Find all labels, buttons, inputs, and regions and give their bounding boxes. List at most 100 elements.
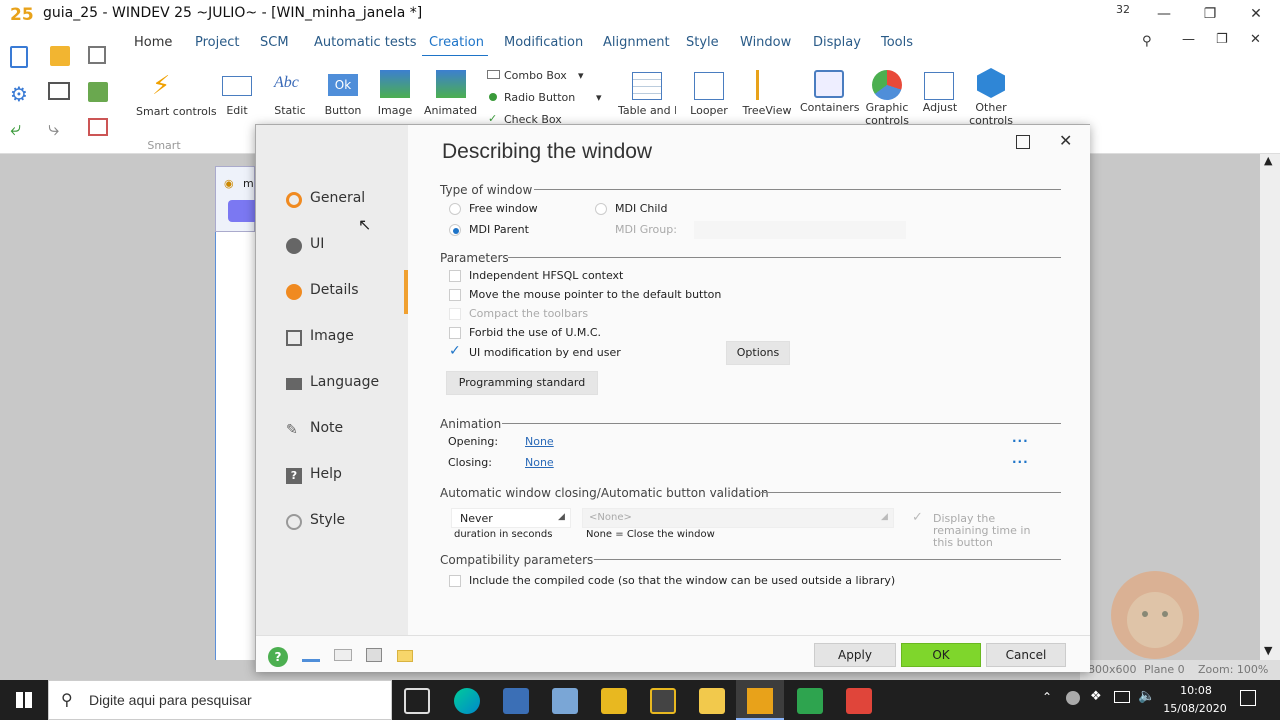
windev-active-task[interactable] xyxy=(736,680,784,720)
containers-icon[interactable] xyxy=(814,70,844,98)
free-window-label[interactable]: Free window xyxy=(469,202,538,215)
tray-cloud-icon[interactable] xyxy=(1066,691,1080,705)
search-icon[interactable]: ⚲ xyxy=(1142,34,1152,49)
forbid-umc-checkbox[interactable] xyxy=(449,327,461,339)
mdi-parent-radio[interactable] xyxy=(449,224,461,236)
windev-24-icon[interactable] xyxy=(601,688,627,714)
tool-icon[interactable] xyxy=(302,650,320,662)
combo-box-label[interactable]: Combo Box xyxy=(504,69,567,82)
dialog-close-icon[interactable]: ✕ xyxy=(1059,131,1072,150)
close-icon[interactable]: ✕ xyxy=(1242,4,1270,26)
scroll-down-icon[interactable]: ▼ xyxy=(1264,644,1272,657)
database-icon[interactable] xyxy=(503,688,529,714)
combo-dropdown-icon[interactable]: ▾ xyxy=(578,69,584,82)
open-folder-icon[interactable] xyxy=(50,46,70,66)
animated-image-icon[interactable] xyxy=(436,70,466,98)
pycharm-icon[interactable] xyxy=(797,688,823,714)
undo-icon[interactable]: ⤶ xyxy=(10,116,21,140)
ui-modification-checkbox[interactable]: ✓ xyxy=(449,343,461,359)
other-controls-label[interactable]: Other controls xyxy=(964,101,1018,125)
radio-dropdown-icon[interactable]: ▾ xyxy=(596,91,602,104)
edge-icon[interactable] xyxy=(454,688,480,714)
image-label[interactable]: Image xyxy=(375,104,415,117)
vertical-scrollbar[interactable]: ▲ ▼ xyxy=(1260,154,1280,660)
programming-standard-button[interactable]: Programming standard xyxy=(446,371,598,395)
mdi-child-radio[interactable] xyxy=(595,203,607,215)
folder-icon[interactable] xyxy=(397,650,413,662)
looper-icon[interactable] xyxy=(694,72,724,100)
containers-label[interactable]: Containers xyxy=(800,101,860,114)
edit-label[interactable]: Edit xyxy=(222,104,252,117)
print-icon[interactable] xyxy=(366,648,382,662)
move-mouse-label[interactable]: Move the mouse pointer to the default bu… xyxy=(469,288,721,301)
windows-start-icon[interactable] xyxy=(16,692,32,708)
mail-icon[interactable] xyxy=(334,649,352,661)
grid-icon[interactable] xyxy=(88,82,108,102)
tab-window[interactable]: Window xyxy=(740,35,791,50)
options-button[interactable]: Options xyxy=(726,341,790,365)
cancel-button[interactable]: Cancel xyxy=(986,643,1066,667)
table-icon[interactable] xyxy=(632,72,662,100)
radio-button-label[interactable]: Radio Button xyxy=(504,91,575,104)
tab-modification[interactable]: Modification xyxy=(504,35,583,50)
closing-none-link[interactable]: None xyxy=(525,456,554,469)
static-label[interactable]: Static xyxy=(270,104,310,117)
apply-button[interactable]: Apply xyxy=(814,643,896,667)
tab-alignment[interactable]: Alignment xyxy=(603,35,670,50)
include-compiled-label[interactable]: Include the compiled code (so that the w… xyxy=(469,574,895,587)
tab-automatic-tests[interactable]: Automatic tests xyxy=(314,35,417,50)
tab-display[interactable]: Display xyxy=(813,35,861,50)
save-icon[interactable] xyxy=(88,46,106,64)
redo-icon[interactable]: ⤷ xyxy=(48,116,59,140)
button-label[interactable]: Button xyxy=(323,104,363,117)
gear-icon[interactable]: ⚙ xyxy=(10,82,28,106)
looper-label[interactable]: Looper xyxy=(688,104,730,117)
clock-time[interactable]: 10:08 xyxy=(1166,684,1226,697)
scroll-up-icon[interactable]: ▲ xyxy=(1264,154,1272,167)
tab-project[interactable]: Project xyxy=(195,35,239,50)
animated-images-label[interactable]: Animated images xyxy=(424,104,478,117)
closing-more-button[interactable]: ... xyxy=(1012,452,1029,466)
clock-date[interactable]: 15/08/2020 xyxy=(1158,702,1232,715)
treeview-icon[interactable] xyxy=(756,70,778,100)
mdi-child-label[interactable]: MDI Child xyxy=(615,202,667,215)
smart-controls-label[interactable]: Smart controls xyxy=(136,105,217,118)
screen-icon[interactable] xyxy=(48,82,70,100)
check-box-label[interactable]: Check Box xyxy=(504,113,562,124)
never-select[interactable]: Never ◢ xyxy=(451,508,571,528)
ribbon-restore-icon[interactable]: ❐ xyxy=(1216,32,1228,47)
graphic-controls-label[interactable]: Graphic controls xyxy=(860,101,914,125)
dialog-maximize-icon[interactable] xyxy=(1016,135,1030,149)
webdev-icon[interactable] xyxy=(650,688,676,714)
ok-button[interactable]: OK xyxy=(901,643,981,667)
new-file-icon[interactable] xyxy=(10,46,28,68)
pie-chart-icon[interactable] xyxy=(872,70,902,100)
adjust-icon[interactable] xyxy=(924,72,954,100)
cube-icon[interactable] xyxy=(977,68,1005,98)
file-explorer-icon[interactable] xyxy=(699,688,725,714)
recorder-icon[interactable] xyxy=(846,688,872,714)
app-icon[interactable] xyxy=(552,688,578,714)
help-icon[interactable]: ? xyxy=(268,647,288,667)
restore-icon[interactable]: ❐ xyxy=(1196,4,1224,26)
static-icon[interactable]: Abc xyxy=(274,74,299,92)
taskbar-search[interactable]: ⚲ Digite aqui para pesquisar xyxy=(48,680,392,720)
edit-control-icon[interactable] xyxy=(222,76,252,96)
dropbox-icon[interactable]: ❖ xyxy=(1090,689,1102,704)
layout-icon[interactable] xyxy=(88,118,108,136)
free-window-radio[interactable] xyxy=(449,203,461,215)
editor-tab[interactable]: ◉ m xyxy=(215,166,255,232)
tab-creation[interactable]: Creation xyxy=(429,35,484,50)
network-icon[interactable] xyxy=(1114,691,1130,703)
ui-modification-label[interactable]: UI modification by end user xyxy=(469,346,621,359)
notifications-icon[interactable] xyxy=(1240,690,1256,706)
opening-more-button[interactable]: ... xyxy=(1012,431,1029,445)
ribbon-close-icon[interactable]: ✕ xyxy=(1250,32,1261,47)
treeview-label[interactable]: TreeView xyxy=(742,104,792,117)
adjust-label[interactable]: Adjust xyxy=(920,101,960,114)
forbid-umc-label[interactable]: Forbid the use of U.M.C. xyxy=(469,326,601,339)
smart-controls-icon[interactable]: ⚡ xyxy=(152,72,178,102)
independent-hfsql-checkbox[interactable] xyxy=(449,270,461,282)
ribbon-minimize-icon[interactable]: — xyxy=(1182,32,1195,47)
tab-home[interactable]: Home xyxy=(134,35,172,50)
